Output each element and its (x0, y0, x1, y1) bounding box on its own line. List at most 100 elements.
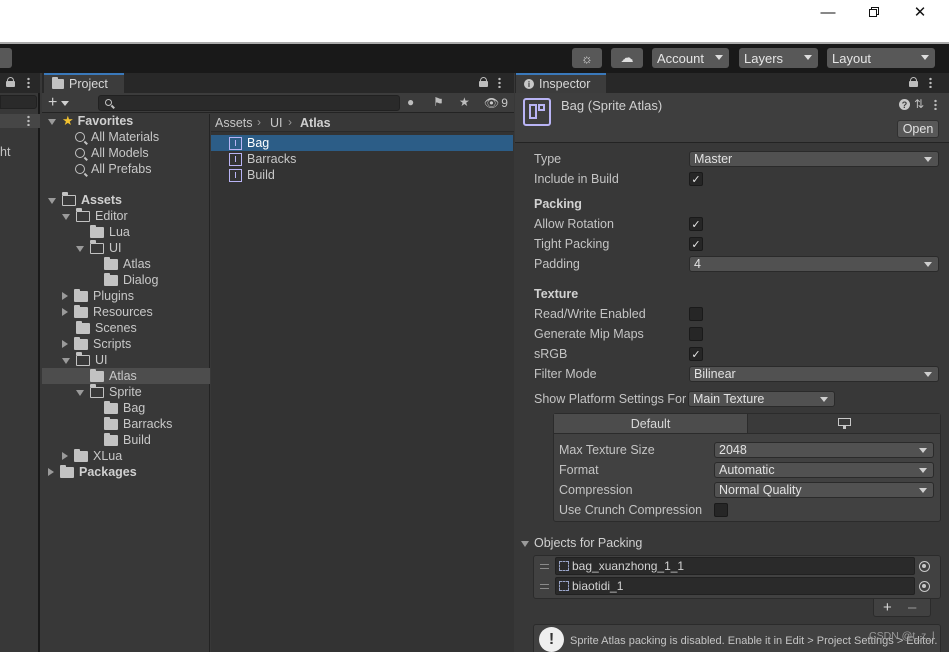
more-icon[interactable] (934, 99, 937, 110)
tab-project[interactable]: Project (44, 73, 124, 93)
object-field-1[interactable]: biaotidi_1 (555, 577, 915, 595)
folder-open-icon (89, 240, 104, 254)
object-picker-icon[interactable] (919, 581, 930, 592)
open-button[interactable]: Open (897, 120, 939, 138)
tree-all-prefabs[interactable]: All Prefabs (75, 161, 151, 177)
tree-editor-atlas[interactable]: Atlas (104, 256, 151, 272)
tree-item-label: Packages (79, 465, 137, 479)
restore-button[interactable] (851, 0, 897, 24)
tree-all-models[interactable]: All Models (75, 145, 149, 161)
layers-dropdown[interactable]: Layers (739, 48, 818, 68)
mipmaps-checkbox[interactable] (689, 327, 703, 341)
tree-lua[interactable]: Lua (90, 224, 130, 240)
favorite-star-icon[interactable]: ★ (459, 95, 470, 109)
format-value: Automatic (719, 463, 775, 477)
tree-sprite-barracks[interactable]: Barracks (104, 416, 172, 432)
lock-icon[interactable] (479, 77, 488, 87)
more-icon[interactable] (27, 115, 30, 126)
tree-scenes[interactable]: Scenes (76, 320, 137, 336)
file-barracks[interactable]: Barracks (229, 151, 296, 167)
max-texture-dropdown[interactable]: 2048 (714, 442, 934, 458)
drag-handle-icon[interactable] (540, 564, 549, 569)
breadcrumb-atlas[interactable]: Atlas (300, 115, 331, 131)
more-icon[interactable] (929, 77, 932, 88)
tree-item-label: Plugins (93, 289, 134, 303)
project-search-input[interactable] (98, 95, 400, 111)
crunch-checkbox[interactable] (714, 503, 728, 517)
expand-arrow-icon (48, 198, 56, 204)
tree-sprite-bag[interactable]: Bag (104, 400, 145, 416)
tree-favorites[interactable]: ★ Favorites (48, 113, 133, 129)
filter-by-label-icon[interactable]: ⚑ (433, 95, 444, 109)
cloud-button[interactable]: ☁ (611, 48, 643, 68)
padding-value: 4 (694, 257, 701, 271)
breadcrumb-label: Atlas (300, 116, 331, 130)
tree-plugins[interactable]: Plugins (62, 288, 134, 304)
tight-packing-checkbox[interactable]: ✓ (689, 237, 703, 251)
tree-dialog[interactable]: Dialog (104, 272, 158, 288)
remove-item-button[interactable]: – (908, 599, 916, 616)
tree-editor[interactable]: Editor (62, 208, 128, 224)
tree-packages[interactable]: Packages (48, 464, 137, 480)
tree-all-materials[interactable]: All Materials (75, 129, 159, 145)
tree-xlua[interactable]: XLua (62, 448, 122, 464)
breadcrumb-assets[interactable]: Assets (215, 115, 253, 131)
file-build[interactable]: Build (229, 167, 275, 183)
tab-platform-standalone[interactable] (747, 414, 940, 434)
filter-mode-dropdown[interactable]: Bilinear (689, 366, 939, 382)
object-name: biaotidi_1 (572, 579, 624, 593)
padding-dropdown[interactable]: 4 (689, 256, 939, 272)
create-button[interactable]: + (48, 94, 76, 111)
left-search-input[interactable] (0, 95, 37, 109)
tree-sprite-build[interactable]: Build (104, 432, 151, 448)
minimize-button[interactable]: — (805, 0, 851, 24)
format-dropdown[interactable]: Automatic (714, 462, 934, 478)
platform-settings-dropdown[interactable]: Main Texture (688, 391, 835, 407)
tree-ui-atlas[interactable]: Atlas (90, 368, 137, 384)
tree-scripts[interactable]: Scripts (62, 336, 131, 352)
more-icon[interactable] (27, 77, 30, 88)
more-icon[interactable] (498, 77, 501, 88)
tree-editor-ui[interactable]: UI (76, 240, 122, 256)
include-build-checkbox[interactable]: ✓ (689, 172, 703, 186)
allow-rotation-checkbox[interactable]: ✓ (689, 217, 703, 231)
breadcrumb-ui[interactable]: UI (270, 115, 283, 131)
read-write-checkbox[interactable] (689, 307, 703, 321)
object-field-0[interactable]: bag_xuanzhong_1_1 (555, 557, 915, 575)
lock-icon[interactable] (909, 77, 918, 87)
filter-by-type-icon[interactable]: ● (407, 95, 414, 109)
file-bag[interactable]: Bag (229, 135, 269, 151)
folder-icon (104, 272, 118, 286)
lock-icon[interactable] (6, 77, 15, 87)
services-button[interactable]: ☼ (572, 48, 602, 68)
tree-item-label: All Materials (91, 130, 160, 144)
chevron-down-icon (820, 397, 828, 402)
preset-icon[interactable]: ⇅ (914, 97, 924, 111)
tab-platform-default[interactable]: Default (554, 414, 747, 434)
drag-handle-icon[interactable] (540, 584, 549, 589)
objects-for-packing-foldout[interactable]: Objects for Packing (521, 535, 642, 551)
type-dropdown[interactable]: Master (689, 151, 939, 167)
chevron-down-icon (715, 55, 723, 60)
add-item-button[interactable]: + (883, 599, 892, 616)
tree-sprite[interactable]: Sprite (76, 384, 142, 400)
tree-assets[interactable]: Assets (48, 192, 122, 208)
folder-icon (74, 304, 88, 318)
toolbar-clipped-control[interactable] (0, 48, 12, 68)
tree-item-label: Scripts (93, 337, 132, 351)
chevron-down-icon (924, 157, 932, 162)
hidden-packages-toggle[interactable]: 👁 9 (484, 95, 508, 111)
layout-dropdown[interactable]: Layout (827, 48, 935, 68)
help-icon[interactable]: ? (899, 99, 910, 110)
account-label: Account (657, 50, 704, 66)
compression-dropdown[interactable]: Normal Quality (714, 482, 934, 498)
tree-ui[interactable]: UI (62, 352, 108, 368)
account-dropdown[interactable]: Account (652, 48, 729, 68)
close-button[interactable]: ✕ (897, 0, 943, 24)
tab-inspector[interactable]: i Inspector (516, 73, 606, 93)
tree-resources[interactable]: Resources (62, 304, 153, 320)
object-picker-icon[interactable] (919, 561, 930, 572)
srgb-checkbox[interactable]: ✓ (689, 347, 703, 361)
folder-open-icon (61, 192, 76, 206)
info-icon: i (524, 79, 534, 89)
